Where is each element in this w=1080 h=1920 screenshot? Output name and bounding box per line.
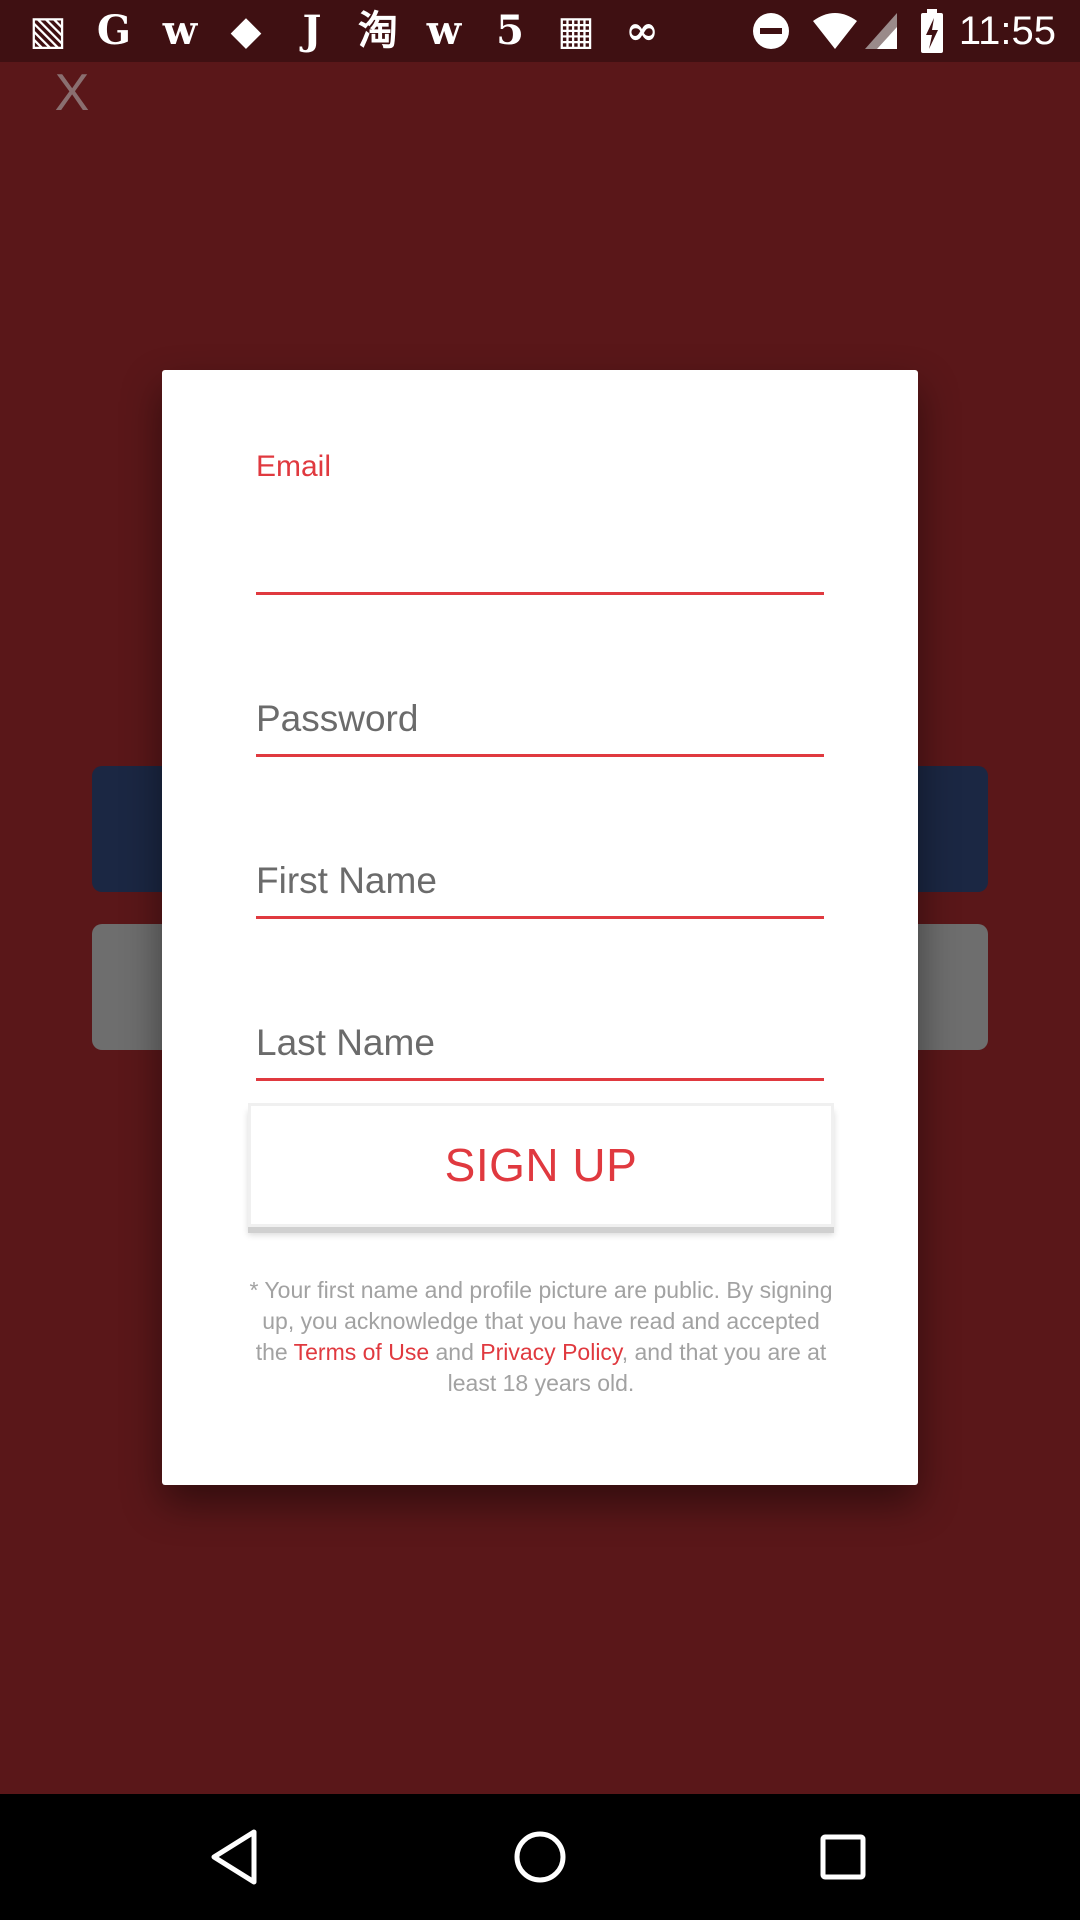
first-name-field[interactable]: First Name [256,832,824,919]
recents-icon[interactable] [810,1824,876,1890]
do-not-disturb-icon [751,11,791,51]
close-button[interactable]: X [50,67,94,119]
sign-up-button[interactable]: SIGN UP [248,1103,834,1227]
email-field[interactable]: Email [256,450,824,595]
clock: 11:55 [958,8,1056,53]
first-name-placeholder: First Name [256,860,437,901]
shopping-bag-icon: ▧ [29,7,67,54]
status-bar: ▧ Gw ◆ J 淘 w 5 ▦ ∞ 11:55 [0,0,1080,62]
last-name-field[interactable]: Last Name [256,994,824,1081]
last-name-placeholder: Last Name [256,1022,435,1063]
taobao-icon: 淘 [358,7,398,54]
notification-icons: ▧ Gw ◆ J 淘 w 5 ▦ ∞ [28,10,688,52]
j-app-icon: J [302,7,322,54]
privacy-policy-link[interactable]: Privacy Policy [480,1339,621,1365]
w-app-icon: w [162,7,198,54]
grid-app-icon: ▦ [557,7,595,54]
system-status: 11:55 [731,8,1056,54]
navigation-bar [0,1794,1080,1920]
g-app-icon: G [96,7,132,54]
cell-signal-icon [863,11,899,51]
disclaimer-part-2: and [429,1339,481,1365]
battery-charging-icon [919,9,945,53]
password-placeholder: Password [256,698,419,739]
w-app-icon-2: w [426,7,462,54]
home-icon[interactable] [507,1824,573,1890]
signup-dialog: Email Password First Name Last Name SIGN… [162,370,918,1485]
html5-icon: 5 [496,7,524,54]
email-label: Email [256,450,332,483]
terms-of-use-link[interactable]: Terms of Use [294,1339,429,1365]
sign-up-label: SIGN UP [444,1139,638,1191]
wifi-icon [811,11,859,51]
back-icon[interactable] [204,1824,270,1890]
disclaimer-text: * Your first name and profile picture ar… [248,1275,834,1399]
box-app-icon: ◆ [230,7,262,54]
link-app-icon: ∞ [625,7,659,54]
password-field[interactable]: Password [256,670,824,757]
